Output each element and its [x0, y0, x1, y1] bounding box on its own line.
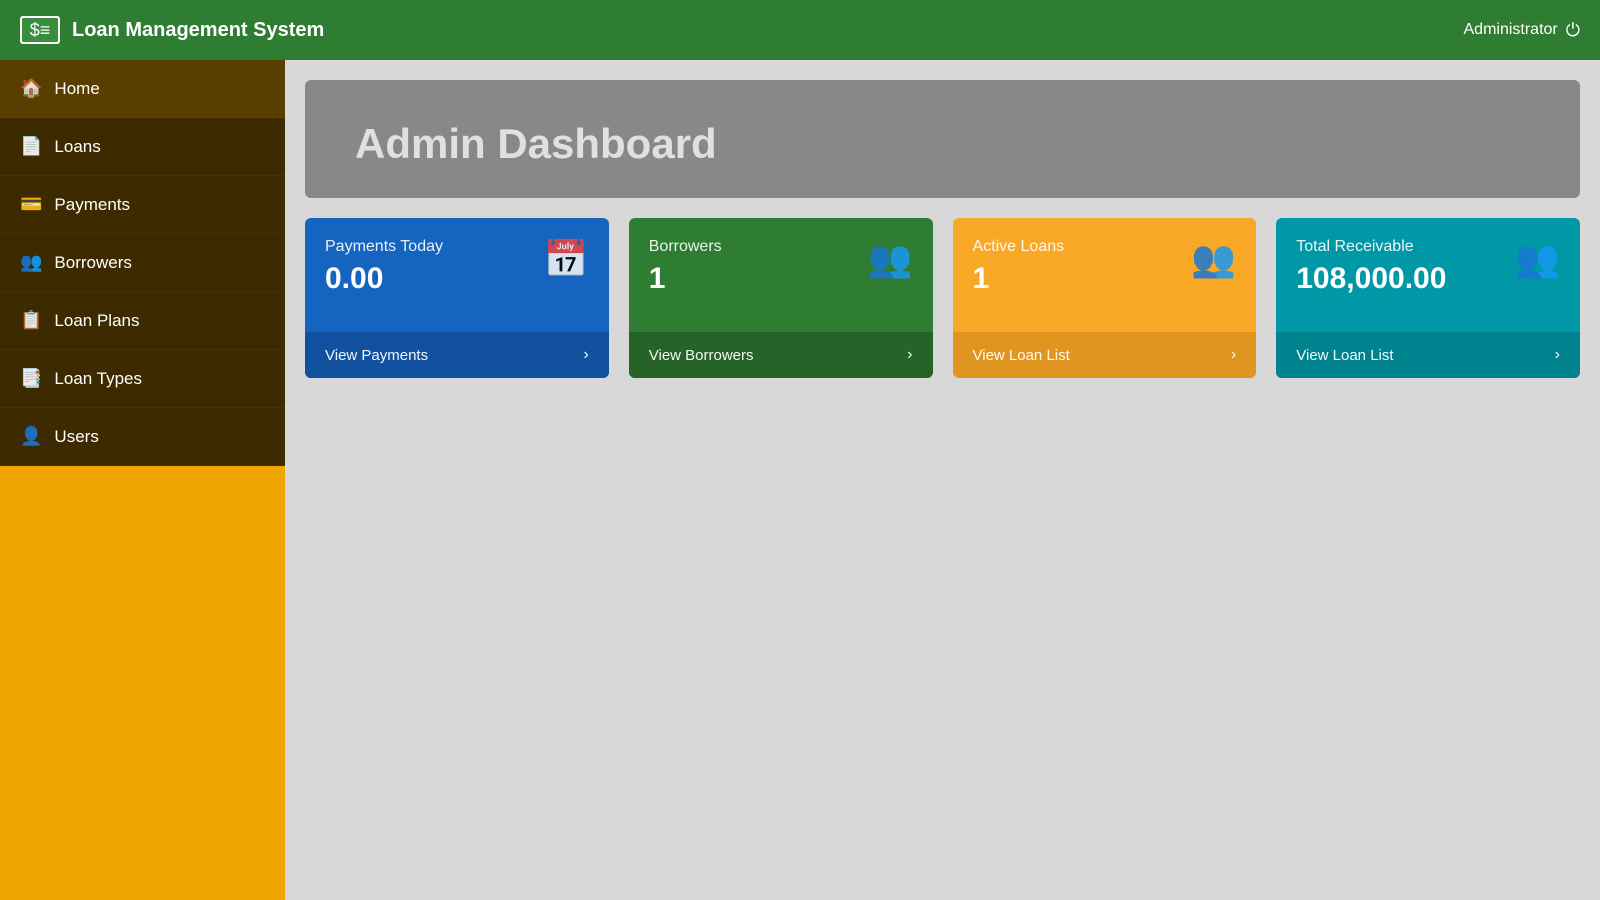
sidebar-item-loans[interactable]: 📄 Loans	[0, 118, 285, 176]
home-icon: 🏠	[20, 78, 42, 99]
sidebar-item-home[interactable]: 🏠 Home	[0, 60, 285, 118]
borrowers-card-icon: 👥	[868, 238, 913, 280]
sidebar-label-loan-types: Loan Types	[54, 369, 142, 389]
sidebar-label-users: Users	[54, 427, 98, 447]
main-content: Admin Dashboard Payments Today 0.00 📅 Vi…	[285, 60, 1600, 900]
sidebar: 🏠 Home 📄 Loans 💳 Payments 👥 Borrowers 📋 …	[0, 60, 285, 900]
loans-icon: 📄	[20, 136, 42, 157]
view-payments-link[interactable]: View Payments ›	[305, 332, 609, 378]
logo-icon: $≡	[20, 16, 60, 44]
top-navbar: $≡ Loan Management System Administrator …	[0, 0, 1600, 60]
sidebar-label-payments: Payments	[54, 195, 130, 215]
page-title: Admin Dashboard	[355, 120, 1530, 168]
chevron-right-icon-3: ›	[1231, 346, 1236, 364]
sidebar-label-loan-plans: Loan Plans	[54, 311, 139, 331]
sidebar-item-loan-types[interactable]: 📑 Loan Types	[0, 350, 285, 408]
card-top-payments: Payments Today 0.00 📅	[305, 218, 609, 332]
sidebar-label-loans: Loans	[54, 137, 100, 157]
sidebar-bottom-area	[0, 466, 285, 900]
card-label-active-loans: Active Loans	[973, 238, 1065, 256]
card-value-total-receivable: 108,000.00	[1296, 262, 1446, 296]
view-loan-list-link-1[interactable]: View Loan List ›	[953, 332, 1257, 378]
view-borrowers-label: View Borrowers	[649, 347, 754, 364]
card-payments-today: Payments Today 0.00 📅 View Payments ›	[305, 218, 609, 378]
card-text-total-receivable: Total Receivable 108,000.00	[1296, 238, 1446, 296]
view-loan-list-label-1: View Loan List	[973, 347, 1070, 364]
card-top-total-receivable: Total Receivable 108,000.00 👥	[1276, 218, 1580, 332]
sidebar-item-users[interactable]: 👤 Users	[0, 408, 285, 466]
payments-icon: 💳	[20, 194, 42, 215]
topnav-left: $≡ Loan Management System	[20, 16, 324, 44]
sidebar-item-loan-plans[interactable]: 📋 Loan Plans	[0, 292, 285, 350]
card-total-receivable: Total Receivable 108,000.00 👥 View Loan …	[1276, 218, 1580, 378]
chevron-right-icon: ›	[583, 346, 588, 364]
sidebar-label-home: Home	[54, 79, 99, 99]
card-label-borrowers: Borrowers	[649, 238, 722, 256]
view-loan-list-label-2: View Loan List	[1296, 347, 1393, 364]
app-title: Loan Management System	[72, 19, 324, 42]
card-text-active-loans: Active Loans 1	[973, 238, 1065, 296]
card-text-payments: Payments Today 0.00	[325, 238, 443, 296]
admin-name: Administrator	[1464, 21, 1558, 39]
chevron-right-icon-4: ›	[1555, 346, 1560, 364]
calendar-icon: 📅	[544, 238, 589, 280]
sidebar-item-borrowers[interactable]: 👥 Borrowers	[0, 234, 285, 292]
card-text-borrowers: Borrowers 1	[649, 238, 722, 296]
view-borrowers-link[interactable]: View Borrowers ›	[629, 332, 933, 378]
loan-types-icon: 📑	[20, 368, 42, 389]
card-label-total-receivable: Total Receivable	[1296, 238, 1446, 256]
total-receivable-icon: 👥	[1515, 238, 1560, 280]
view-payments-label: View Payments	[325, 347, 428, 364]
borrowers-icon: 👥	[20, 252, 42, 273]
card-value-borrowers: 1	[649, 262, 722, 296]
chevron-right-icon-2: ›	[907, 346, 912, 364]
card-value-active-loans: 1	[973, 262, 1065, 296]
card-top-active-loans: Active Loans 1 👥	[953, 218, 1257, 332]
admin-label: Administrator ⏻	[1464, 20, 1581, 41]
card-value-payments: 0.00	[325, 262, 443, 296]
card-borrowers: Borrowers 1 👥 View Borrowers ›	[629, 218, 933, 378]
view-loan-list-link-2[interactable]: View Loan List ›	[1276, 332, 1580, 378]
sidebar-item-payments[interactable]: 💳 Payments	[0, 176, 285, 234]
sidebar-label-borrowers: Borrowers	[54, 253, 131, 273]
card-label-payments: Payments Today	[325, 238, 443, 256]
card-active-loans: Active Loans 1 👥 View Loan List ›	[953, 218, 1257, 378]
loan-plans-icon: 📋	[20, 310, 42, 331]
layout: 🏠 Home 📄 Loans 💳 Payments 👥 Borrowers 📋 …	[0, 60, 1600, 900]
power-icon[interactable]: ⏻	[1566, 20, 1580, 41]
active-loans-icon: 👥	[1191, 238, 1236, 280]
users-icon: 👤	[20, 426, 42, 447]
card-top-borrowers: Borrowers 1 👥	[629, 218, 933, 332]
dashboard-header: Admin Dashboard	[305, 80, 1580, 198]
cards-container: Payments Today 0.00 📅 View Payments › Bo…	[285, 218, 1600, 398]
